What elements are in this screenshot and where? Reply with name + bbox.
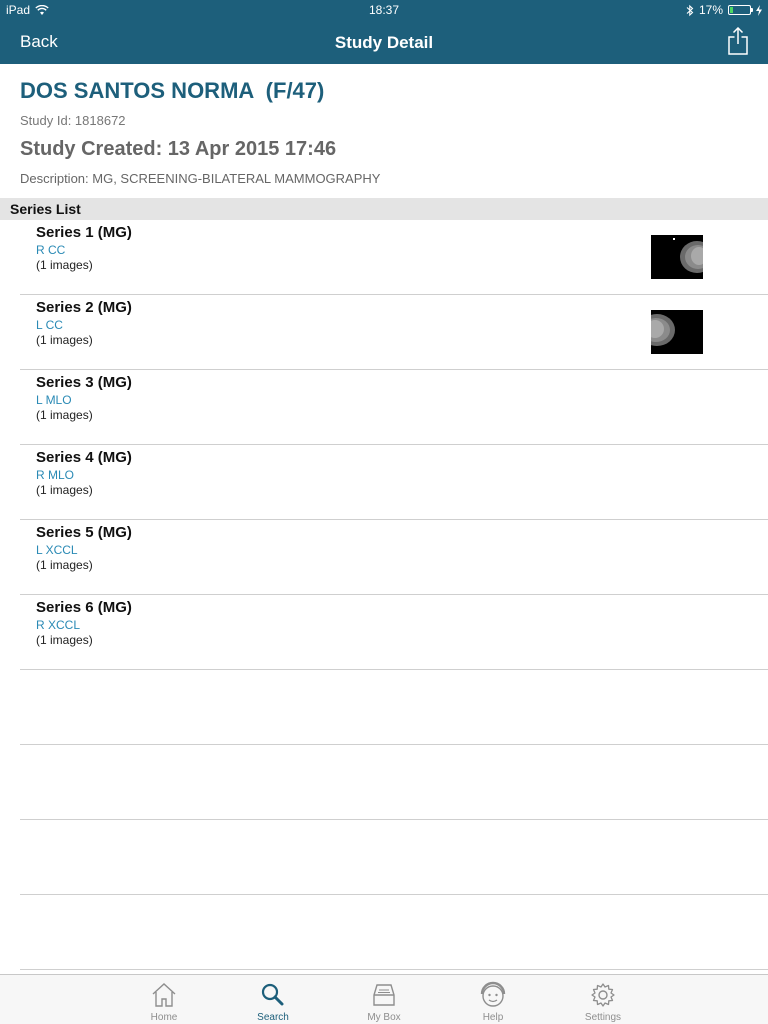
series-image-count: (1 images)	[36, 408, 93, 422]
series-list-header: Series List	[0, 198, 768, 220]
series-image-count: (1 images)	[36, 333, 93, 347]
page-title: Study Detail	[334, 33, 434, 52]
series-row[interactable]: Series 3 (MG) L MLO (1 images)	[20, 370, 768, 445]
series-thumbnail[interactable]	[651, 235, 703, 279]
series-image-count: (1 images)	[36, 633, 93, 647]
home-icon	[152, 983, 176, 1007]
patient-name: DOS SANTOS NORMA (F/47)	[20, 78, 325, 103]
tab-settings[interactable]: Settings	[558, 975, 648, 1024]
series-list: Series 1 (MG) R CC (1 images) Series 2 (…	[20, 220, 768, 970]
series-view: R MLO	[36, 468, 75, 482]
help-face-icon	[480, 981, 506, 1007]
tab-my-box[interactable]: My Box	[339, 975, 429, 1024]
share-icon[interactable]	[728, 27, 748, 55]
battery-percent: 17%	[698, 3, 723, 17]
top-bar: iPad 18:37 17% Back Study Detail	[0, 0, 768, 64]
tab-bar: Home Search My Box Help Settings	[0, 974, 768, 1024]
series-view: L XCCL	[36, 543, 78, 557]
empty-row	[20, 895, 768, 970]
series-view: L CC	[36, 318, 63, 332]
tab-label: Settings	[584, 1012, 622, 1023]
battery-icon	[728, 5, 753, 15]
series-row[interactable]: Series 2 (MG) L CC (1 images)	[20, 295, 768, 370]
tab-label: My Box	[367, 1012, 401, 1023]
series-image-count: (1 images)	[36, 558, 93, 572]
series-row[interactable]: Series 5 (MG) L XCCL (1 images)	[20, 520, 768, 595]
tab-help[interactable]: Help	[448, 975, 538, 1024]
series-title: Series 2 (MG)	[36, 299, 132, 316]
tab-label: Search	[257, 1012, 289, 1023]
series-thumbnail[interactable]	[651, 310, 703, 354]
series-image-count: (1 images)	[36, 258, 93, 272]
empty-row	[20, 670, 768, 745]
mammogram-thumbnail-image	[651, 235, 703, 279]
series-image-count: (1 images)	[36, 483, 93, 497]
gear-icon	[591, 983, 615, 1007]
study-id: Study Id: 1818672	[20, 113, 126, 128]
charging-icon	[756, 4, 762, 16]
series-title: Series 3 (MG)	[36, 374, 132, 391]
series-view: L MLO	[36, 393, 72, 407]
tab-label: Home	[150, 1012, 178, 1023]
empty-row	[20, 745, 768, 820]
study-description: Description: MG, SCREENING-BILATERAL MAM…	[20, 171, 381, 186]
study-created: Study Created: 13 Apr 2015 17:46	[20, 138, 337, 160]
navigation-bar: Back Study Detail	[0, 20, 768, 64]
bluetooth-icon	[686, 4, 694, 16]
status-bar: iPad 18:37 17%	[0, 0, 768, 20]
series-view: R XCCL	[36, 618, 81, 632]
search-icon	[261, 983, 284, 1006]
tab-home[interactable]: Home	[119, 975, 209, 1024]
series-title: Series 1 (MG)	[36, 224, 132, 241]
series-row[interactable]: Series 6 (MG) R XCCL (1 images)	[20, 595, 768, 670]
tab-search[interactable]: Search	[228, 975, 318, 1024]
series-title: Series 5 (MG)	[36, 524, 132, 541]
mammogram-thumbnail-image	[651, 310, 703, 354]
status-time: 18:37	[368, 3, 400, 17]
series-title: Series 4 (MG)	[36, 449, 132, 466]
empty-row	[20, 820, 768, 895]
tab-label: Help	[482, 1012, 504, 1023]
series-row[interactable]: Series 1 (MG) R CC (1 images)	[20, 220, 768, 295]
series-title: Series 6 (MG)	[36, 599, 132, 616]
inbox-icon	[373, 984, 395, 1006]
series-view: R CC	[36, 243, 66, 257]
series-row[interactable]: Series 4 (MG) R MLO (1 images)	[20, 445, 768, 520]
